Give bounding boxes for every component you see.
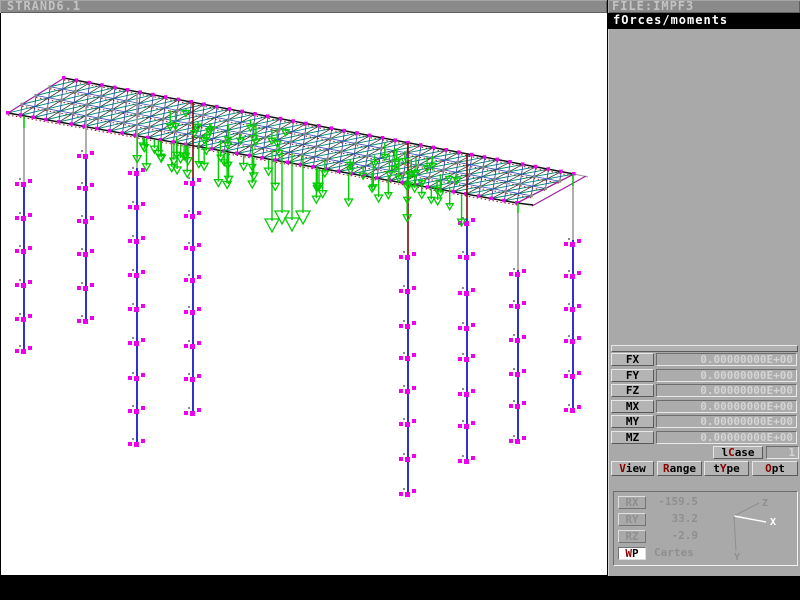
- model-viewport[interactable]: [0, 13, 607, 576]
- rotation-box: RX -159.5 RY 33.2 RZ -2.9 WP Cartes Z X …: [613, 491, 798, 566]
- view-hotkey: V: [619, 462, 626, 475]
- wp-button[interactable]: WP: [618, 547, 646, 560]
- control-panel: FX 0.00000000E+00 FY 0.00000000E+00 FZ 0…: [608, 29, 800, 576]
- panel-divider: [611, 345, 798, 352]
- axis-y-label: Y: [734, 552, 740, 563]
- opt-hotkey: O: [765, 462, 772, 475]
- fz-value-field[interactable]: 0.00000000E+00: [656, 384, 797, 397]
- load-case-label-rest: ase: [735, 446, 755, 459]
- wp-label-rest: P: [632, 547, 639, 560]
- view-label-rest: iew: [626, 462, 646, 475]
- type-label: t: [713, 462, 720, 475]
- type-hotkey: Y: [720, 462, 727, 475]
- axis-z-label: Z: [762, 498, 768, 509]
- my-value-field[interactable]: 0.00000000E+00: [656, 415, 797, 428]
- rz-button[interactable]: RZ: [618, 530, 646, 543]
- mx-button[interactable]: MX: [611, 400, 654, 413]
- rz-value: -2.9: [648, 530, 698, 543]
- rx-button[interactable]: RX: [618, 496, 646, 509]
- mz-button[interactable]: MZ: [611, 431, 654, 444]
- opt-label-rest: pt: [772, 462, 785, 475]
- rx-value: -159.5: [648, 496, 698, 509]
- load-case-value-field[interactable]: 1: [766, 446, 799, 459]
- wp-mode-value: Cartes: [648, 547, 714, 560]
- fz-button[interactable]: FZ: [611, 384, 654, 397]
- load-case-hotkey: C: [728, 446, 735, 459]
- wp-hotkey: W: [625, 547, 632, 560]
- axis-triad-icon: Z X Y: [714, 494, 796, 564]
- type-button[interactable]: tYpe: [704, 461, 749, 476]
- file-name-bar: FILE:IMPF3: [608, 0, 800, 13]
- mz-value-field[interactable]: 0.00000000E+00: [656, 431, 797, 444]
- strand6-window: STRAND6.1 FILE:IMPF3 fOrces/moments FX 0…: [0, 0, 800, 600]
- ry-button[interactable]: RY: [618, 513, 646, 526]
- app-title-bar: STRAND6.1: [0, 0, 607, 13]
- ry-value: 33.2: [648, 513, 698, 526]
- mode-label: fOrces/moments: [608, 13, 800, 29]
- fy-button[interactable]: FY: [611, 369, 654, 382]
- range-hotkey: R: [663, 462, 670, 475]
- structure-drawing: [1, 13, 608, 576]
- mx-value-field[interactable]: 0.00000000E+00: [656, 400, 797, 413]
- range-label-rest: ange: [670, 462, 697, 475]
- load-case-button[interactable]: lCase: [713, 446, 763, 459]
- axis-x-label: X: [770, 517, 776, 528]
- view-button[interactable]: View: [611, 461, 654, 476]
- fx-value-field[interactable]: 0.00000000E+00: [656, 353, 797, 366]
- range-button[interactable]: Range: [657, 461, 702, 476]
- opt-button[interactable]: Opt: [752, 461, 798, 476]
- type-label-rest: pe: [727, 462, 740, 475]
- my-button[interactable]: MY: [611, 415, 654, 428]
- fx-button[interactable]: FX: [611, 353, 654, 366]
- fy-value-field[interactable]: 0.00000000E+00: [656, 369, 797, 382]
